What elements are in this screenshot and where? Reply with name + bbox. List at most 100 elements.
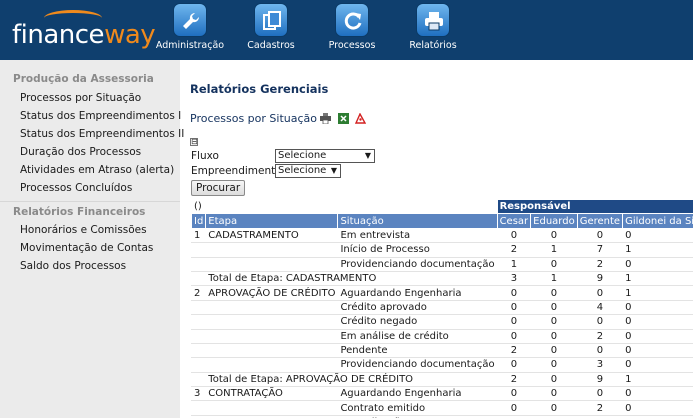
table-body: 1 CADASTRAMENTO Em entrevista 0 0 0 0 Início de… (190, 227, 693, 418)
sidebar-item-atividades-atraso[interactable]: Atividades em Atraso (alerta) (0, 161, 180, 179)
cell-id (190, 256, 207, 272)
cell-gerente: 0 (576, 227, 624, 244)
table-row: Crédito negado 0 0 0 0 (190, 314, 693, 330)
cell-eduardo: 0 (530, 285, 578, 301)
table-row: Em análise de crédito 0 0 2 0 (190, 328, 693, 344)
cell-situacao: Em entrevista (337, 227, 498, 244)
empreendimento-selected-value: Selecione (278, 165, 327, 176)
logo-text-finance: finance (12, 20, 105, 50)
cell-eduardo: 1 (530, 270, 578, 287)
nav-relatorios-button[interactable]: Relatórios (393, 3, 473, 59)
cell-eduardo: 1 (530, 242, 578, 258)
report-subtitle: Processos por Situação (190, 112, 317, 125)
cell-situacao: Aguardando Engenharia (337, 386, 498, 402)
cell-etapa: APROVAÇÃO DE CRÉDITO (205, 285, 339, 301)
sidebar-item-processos-concluidos[interactable]: Processos Concluídos (0, 179, 180, 197)
cell-eduardo: 0 (530, 342, 578, 359)
cell-eduardo: 0 (530, 299, 578, 316)
financeway-logo[interactable]: financeway (12, 20, 156, 50)
cell-gildonei: 0 (622, 342, 693, 359)
table-row: Contrato emitido 0 0 2 0 (190, 400, 693, 416)
column-header-id[interactable]: Id (190, 213, 207, 229)
cell-cesar: 0 (496, 328, 532, 344)
cell-gerente: 0 (576, 386, 624, 402)
cell-cesar: 0 (496, 227, 532, 244)
cell-gildonei: 0 (622, 256, 693, 272)
cell-id: 2 (190, 285, 207, 301)
sidebar-section-financeiros: Relatórios Financeiros (0, 201, 180, 221)
cell-id (190, 299, 207, 316)
cell-situacao: Providenciando documentação (337, 357, 498, 373)
empreendimento-label: Empreendimento (191, 165, 282, 177)
column-header-situacao[interactable]: Situação (337, 213, 498, 229)
nav-cadastros-button[interactable]: Cadastros (231, 3, 311, 59)
pdf-export-icon[interactable] (354, 111, 367, 124)
fluxo-selected-value: Selecione (278, 150, 327, 161)
cell-eduardo: 0 (530, 256, 578, 272)
cell-gerente: 3 (576, 357, 624, 373)
cell-cesar: 2 (496, 242, 532, 258)
print-icon[interactable] (320, 112, 331, 124)
group-label-left: () (191, 198, 498, 215)
cell-cesar: 0 (496, 386, 532, 402)
cell-cesar: 1 (496, 256, 532, 272)
cell-id (190, 357, 207, 373)
table-row: Pendente 2 0 0 0 (190, 342, 693, 359)
cell-eduardo: 0 (530, 227, 578, 244)
cell-id (190, 371, 207, 388)
cell-total-label: Total de Etapa: APROVAÇÃO DE CRÉDITO (205, 371, 498, 388)
cell-eduardo: 0 (530, 371, 578, 388)
cell-cesar: 0 (496, 357, 532, 373)
cell-gildonei: 0 (622, 227, 693, 244)
cell-situacao: Contrato emitido (337, 400, 498, 416)
cell-id (190, 400, 207, 416)
cell-cesar: 0 (496, 314, 532, 330)
cell-gerente: 0 (576, 285, 624, 301)
table-row: Início de Processo 2 1 7 1 (190, 242, 693, 258)
cell-cesar: 0 (496, 299, 532, 316)
procurar-button[interactable]: Procurar (191, 180, 246, 196)
page-title: Relatórios Gerenciais (190, 82, 329, 96)
cell-etapa (205, 256, 339, 272)
table-row: Providenciando documentação 0 0 3 0 (190, 357, 693, 373)
empreendimento-select[interactable]: Selecione ▼ (275, 164, 341, 178)
column-header-gildonei[interactable]: Gildonei da Silva (622, 213, 693, 229)
chevron-down-icon: ▼ (330, 166, 337, 175)
sidebar-item-processos-por-situacao[interactable]: Processos por Situação (0, 89, 180, 107)
cell-cesar: 3 (496, 270, 532, 287)
cell-gerente: 2 (576, 400, 624, 416)
table-row: Providenciando documentação 1 0 2 0 (190, 256, 693, 272)
cell-id (190, 342, 207, 359)
cell-etapa (205, 357, 339, 373)
table-row: Total de Etapa: CADASTRAMENTO 3 1 9 1 (190, 270, 693, 287)
cell-gerente: 9 (576, 371, 624, 388)
collapse-filters-toggle[interactable]: ⊟ (190, 138, 198, 146)
sidebar-item-saldo[interactable]: Saldo dos Processos (0, 257, 180, 275)
cell-etapa (205, 299, 339, 316)
nav-processos-button[interactable]: Processos (312, 3, 392, 59)
sidebar-item-status-empreendimentos-2[interactable]: Status dos Empreendimentos II (0, 125, 184, 143)
sidebar: Produção da Assessoria Processos por Sit… (0, 60, 184, 418)
column-header-gerente[interactable]: Gerente (576, 213, 624, 229)
sidebar-item-status-empreendimentos-1[interactable]: Status dos Empreendimentos I (0, 107, 181, 125)
cell-cesar: 2 (496, 371, 532, 388)
column-header-cesar[interactable]: Cesar (496, 213, 532, 229)
sidebar-item-movimentacao[interactable]: Movimentação de Contas (0, 239, 180, 257)
cell-etapa: CADASTRAMENTO (205, 227, 339, 244)
sidebar-item-honorarios[interactable]: Honorários e Comissões (0, 221, 180, 239)
nav-administracao-button[interactable]: Administração (150, 3, 230, 59)
cell-id (190, 242, 207, 258)
fluxo-select[interactable]: Selecione ▼ (275, 149, 375, 163)
sidebar-section-producao: Produção da Assessoria (13, 73, 154, 85)
column-header-eduardo[interactable]: Eduardo (530, 213, 578, 229)
export-toolbar (320, 111, 369, 124)
cell-situacao: Providenciando documentação (337, 256, 498, 272)
cell-etapa (205, 328, 339, 344)
cell-eduardo: 0 (530, 357, 578, 373)
sidebar-item-duracao-processos[interactable]: Duração dos Processos (0, 143, 180, 161)
excel-export-icon[interactable] (337, 112, 349, 124)
nav-cadastros-label: Cadastros (247, 40, 295, 51)
group-label-responsavel: Responsável (496, 198, 693, 215)
column-header-etapa[interactable]: Etapa (205, 213, 339, 229)
cell-etapa: CONTRATAÇÃO (205, 386, 339, 402)
